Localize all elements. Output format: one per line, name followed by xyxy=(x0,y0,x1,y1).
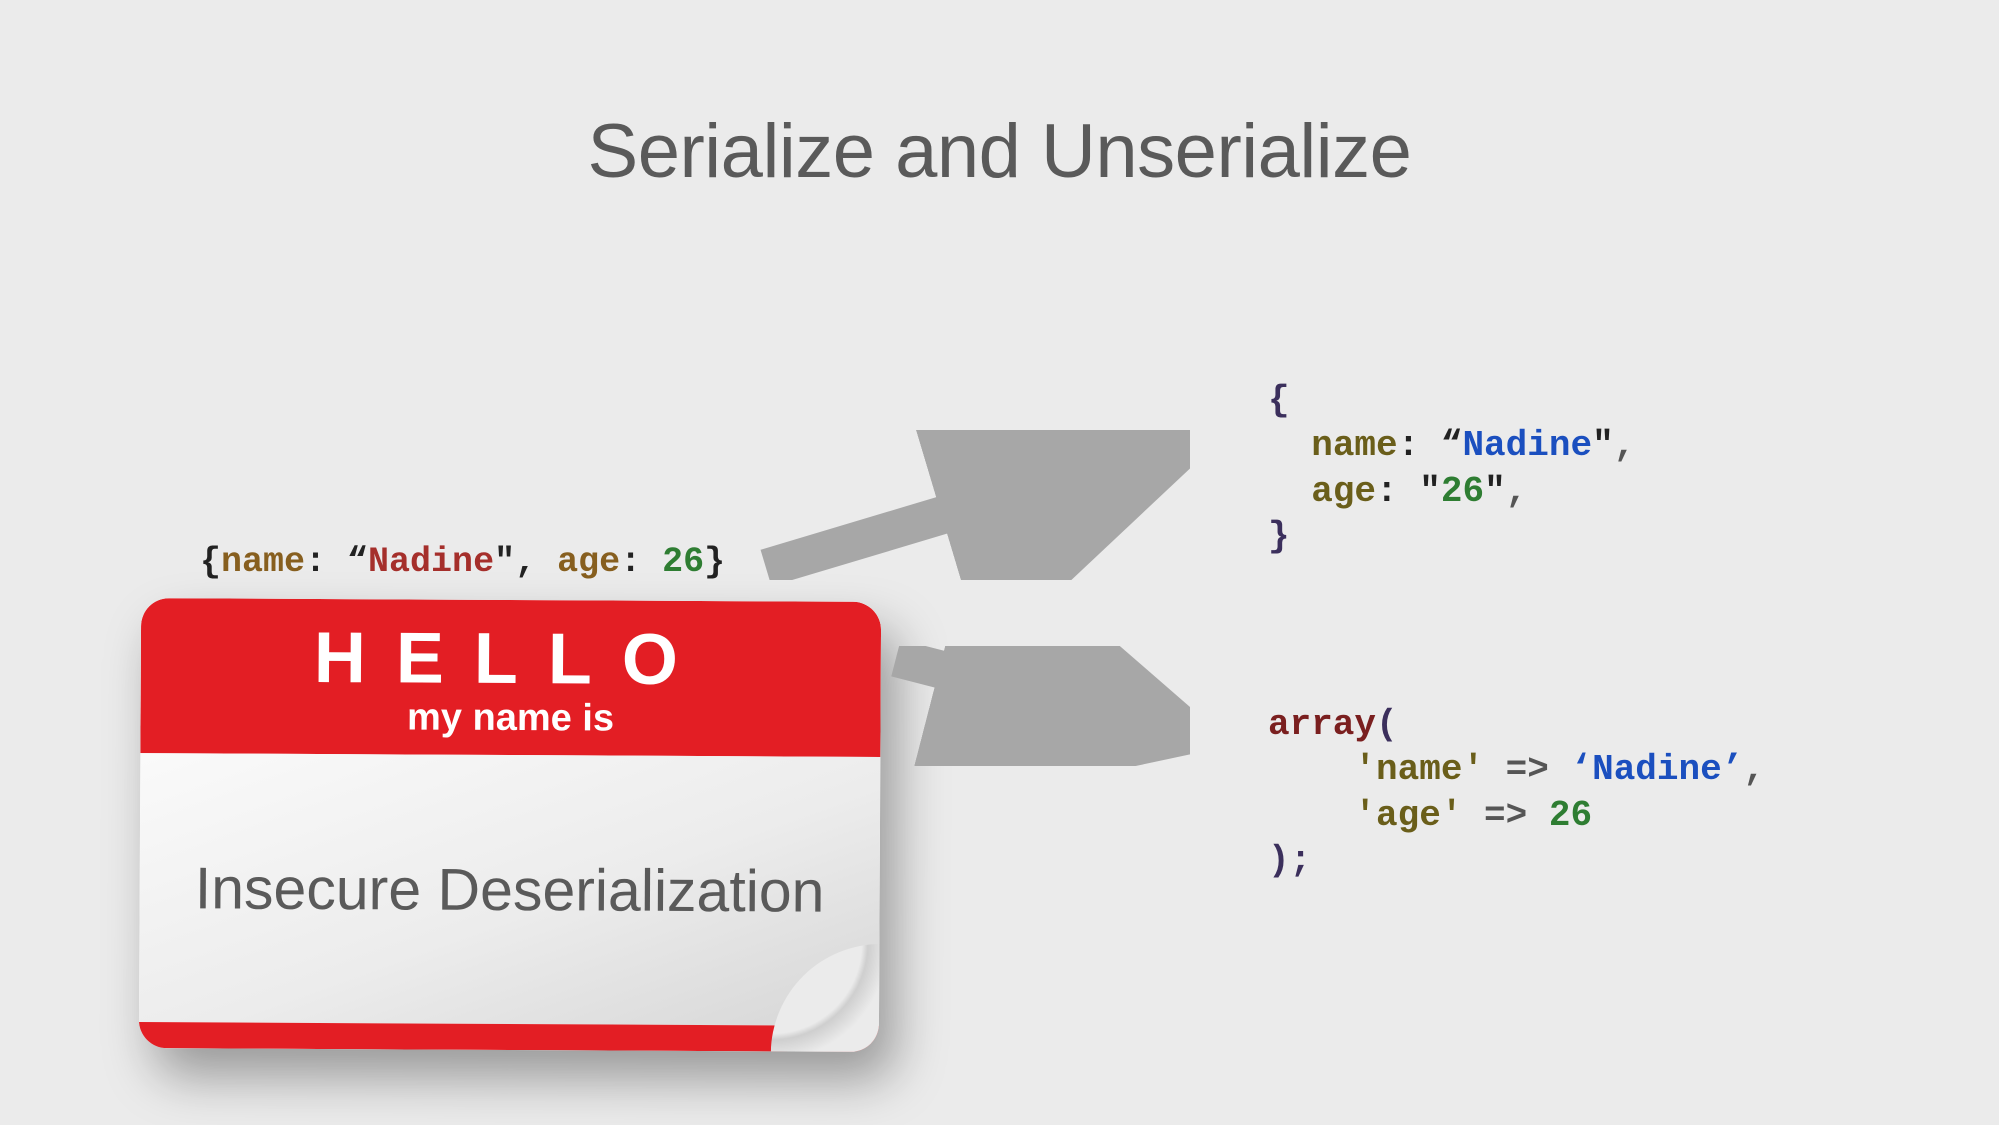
punct: ", xyxy=(494,542,557,582)
nametag-footer xyxy=(139,1022,879,1052)
key-age: age xyxy=(557,542,620,582)
quote: " xyxy=(1419,471,1441,512)
pad xyxy=(1268,471,1311,512)
val-name: Nadine xyxy=(368,542,494,582)
pad xyxy=(1268,749,1354,790)
comma: , xyxy=(1614,425,1636,466)
quote: " xyxy=(1592,425,1614,466)
key-name: name xyxy=(221,542,305,582)
comma: , xyxy=(1743,749,1765,790)
brace-close: } xyxy=(704,542,725,582)
php-key-age: age xyxy=(1376,795,1441,836)
nametag-label: Insecure Deserialization xyxy=(195,854,825,925)
json-key-age: age xyxy=(1311,471,1376,512)
quote: ' xyxy=(1354,749,1376,790)
arrow-op: => xyxy=(1462,795,1548,836)
nametag-body: Insecure Deserialization xyxy=(139,753,880,1026)
php-val-age: 26 xyxy=(1549,795,1592,836)
val-age: 26 xyxy=(662,542,704,582)
quote: ' xyxy=(1441,795,1463,836)
json-output-code: { name: “Nadine", age: "26", } xyxy=(1268,378,1635,559)
pad xyxy=(1268,425,1311,466)
nametag-card: HELLO my name is Insecure Deserializatio… xyxy=(139,598,881,1052)
quote: " xyxy=(1484,471,1506,512)
nametag-header: HELLO my name is xyxy=(140,598,881,757)
comma: , xyxy=(1506,471,1528,512)
arrow-op: => xyxy=(1484,749,1570,790)
nametag-hello: HELLO xyxy=(314,622,708,696)
punct: : xyxy=(1376,471,1419,512)
slide-title: Serialize and Unserialize xyxy=(0,108,1999,195)
json-key-name: name xyxy=(1311,425,1397,466)
source-code: {name: “Nadine", age: 26} xyxy=(200,542,725,582)
punct: : xyxy=(620,542,662,582)
paren-close: ); xyxy=(1268,840,1311,881)
quote: ‘ xyxy=(1570,749,1592,790)
quote: ’ xyxy=(1722,749,1744,790)
brace-open: { xyxy=(200,542,221,582)
punct: : “ xyxy=(1398,425,1463,466)
php-key-name: name xyxy=(1376,749,1462,790)
quote: ' xyxy=(1354,795,1376,836)
brace: } xyxy=(1268,516,1290,557)
json-val-name: Nadine xyxy=(1462,425,1592,466)
nametag-subtitle: my name is xyxy=(407,696,614,740)
pad xyxy=(1268,795,1354,836)
php-output-code: array( 'name' => ‘Nadine’, 'age' => 26 )… xyxy=(1268,702,1765,883)
json-val-age: 26 xyxy=(1441,471,1484,512)
php-val-name: Nadine xyxy=(1592,749,1722,790)
quote: ' xyxy=(1462,749,1484,790)
arrow-top-icon xyxy=(760,430,1190,580)
paren: ( xyxy=(1376,704,1398,745)
punct: : “ xyxy=(305,542,368,582)
arrow-bottom-icon xyxy=(890,646,1190,766)
brace: { xyxy=(1268,380,1290,421)
php-array-kw: array xyxy=(1268,704,1376,745)
